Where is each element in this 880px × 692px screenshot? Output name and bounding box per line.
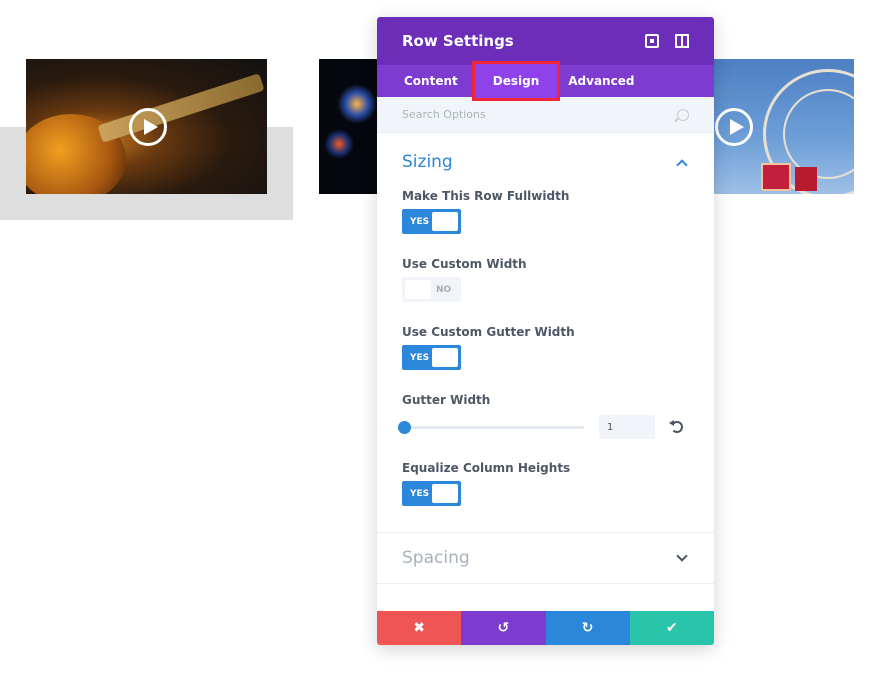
toggle-state-label: YES: [410, 216, 430, 227]
toggle-knob: [432, 484, 458, 503]
field-custom-gutter: Use Custom Gutter Width YES: [377, 323, 714, 370]
play-icon[interactable]: [129, 108, 167, 146]
tab-advanced[interactable]: Advanced: [560, 65, 642, 97]
field-label: Equalize Column Heights: [402, 461, 571, 475]
reset-icon[interactable]: [669, 420, 683, 433]
tab-content[interactable]: Content: [396, 65, 466, 97]
modal-header: Row Settings: [377, 17, 714, 65]
gutter-width-slider[interactable]: [398, 420, 584, 434]
section-title-spacing: Spacing: [402, 548, 470, 568]
toggle-state-label: YES: [410, 352, 430, 363]
search-input[interactable]: [402, 108, 642, 121]
save-button[interactable]: ✔: [629, 611, 714, 645]
field-label: Use Custom Gutter Width: [402, 325, 575, 339]
header-icons: [645, 34, 689, 48]
section-divider: [377, 583, 714, 584]
chevron-up-icon[interactable]: [676, 158, 688, 171]
slider-handle[interactable]: [398, 420, 411, 434]
redo-button[interactable]: ↻: [545, 611, 630, 645]
chevron-down-icon[interactable]: [676, 550, 688, 562]
equalize-heights-toggle[interactable]: YES: [402, 481, 461, 506]
ferris-cabin-shape: [761, 163, 791, 191]
expand-icon[interactable]: [645, 34, 659, 48]
ferris-cabin-shape: [795, 167, 817, 191]
toggle-knob: [405, 280, 431, 299]
guitar-neck-shape: [97, 73, 265, 143]
search-icon[interactable]: [677, 108, 689, 121]
split-view-icon[interactable]: [675, 34, 689, 48]
field-gutter-width: Gutter Width: [377, 391, 714, 439]
play-icon[interactable]: [715, 108, 753, 146]
fullwidth-toggle[interactable]: YES: [402, 209, 461, 234]
cancel-button[interactable]: ✖: [377, 611, 462, 645]
section-header-sizing[interactable]: Sizing: [377, 137, 714, 187]
field-equalize-heights: Equalize Column Heights YES: [377, 459, 714, 506]
tab-bar: Content Design Advanced: [377, 61, 714, 101]
field-label: Gutter Width: [402, 393, 491, 407]
toggle-state-label: NO: [436, 284, 452, 295]
toggle-knob: [432, 348, 458, 367]
video-thumbnail-fireworks[interactable]: [319, 59, 379, 194]
modal-footer: ✖ ↺ ↻ ✔: [377, 611, 714, 645]
firework-burst: [337, 84, 377, 124]
video-thumbnail-ferris-wheel[interactable]: [713, 59, 854, 194]
field-make-fullwidth: Make This Row Fullwidth YES: [377, 187, 714, 234]
undo-button[interactable]: ↺: [461, 611, 546, 645]
custom-width-toggle[interactable]: NO: [402, 277, 461, 302]
field-custom-width: Use Custom Width NO: [377, 255, 714, 302]
page-background: Row Settings Content Design Advanced Siz…: [0, 0, 880, 692]
modal-title: Row Settings: [402, 32, 514, 50]
row-settings-modal: Row Settings Content Design Advanced Siz…: [377, 17, 714, 645]
section-header-spacing[interactable]: Spacing: [377, 533, 714, 583]
search-bar: [377, 97, 714, 133]
toggle-state-label: YES: [410, 488, 430, 499]
firework-burst: [324, 129, 354, 159]
video-thumbnail-guitar[interactable]: [26, 59, 267, 194]
toggle-knob: [432, 212, 458, 231]
field-label: Use Custom Width: [402, 257, 527, 271]
tab-design[interactable]: Design: [471, 61, 561, 101]
field-label: Make This Row Fullwidth: [402, 189, 570, 203]
section-title-sizing: Sizing: [402, 152, 453, 172]
gutter-width-control: [398, 415, 689, 439]
custom-gutter-toggle[interactable]: YES: [402, 345, 461, 370]
gutter-width-input[interactable]: [599, 415, 655, 439]
